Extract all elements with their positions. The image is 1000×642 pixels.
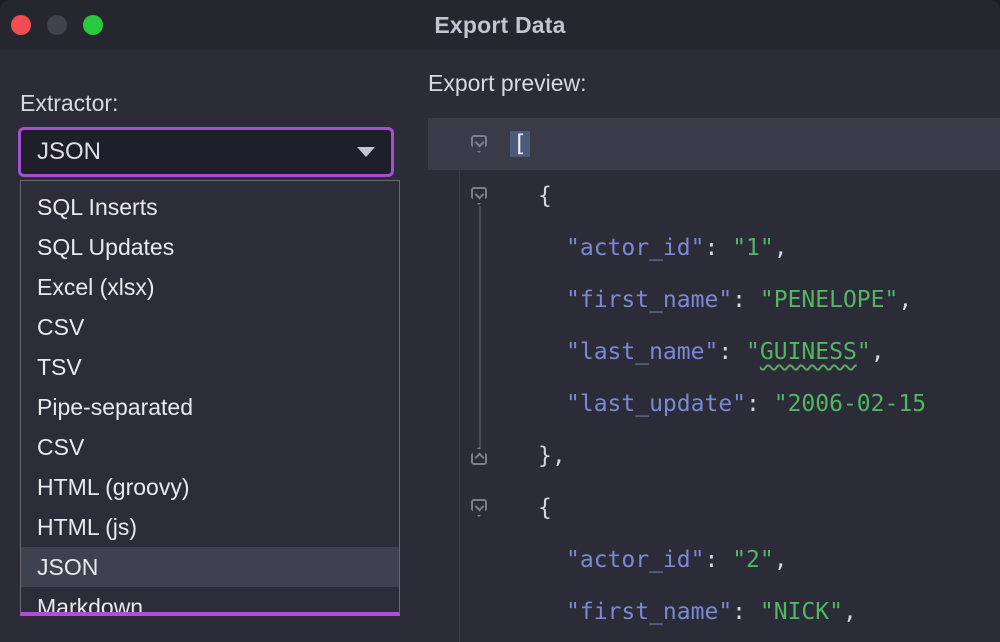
code-line[interactable]: "actor_id": "2", <box>428 534 1000 586</box>
extractor-combobox[interactable]: JSON <box>18 127 394 177</box>
code-line[interactable]: "last_name": "GUINESS", <box>428 326 1000 378</box>
code-text: [ <box>500 131 530 157</box>
code-text: { <box>500 183 552 209</box>
code-text: "last_name": "GUINESS", <box>500 339 885 365</box>
minimize-button[interactable] <box>47 15 67 35</box>
dropdown-option[interactable]: HTML (groovy) <box>21 467 399 507</box>
code-text: }, <box>500 443 566 469</box>
chevron-down-icon <box>357 147 375 157</box>
gutter-cell <box>428 499 500 517</box>
code-text: "actor_id": "2", <box>500 547 788 573</box>
code-line[interactable]: }, <box>428 430 1000 482</box>
fold-expanded-icon[interactable] <box>471 499 487 517</box>
dropdown-option[interactable]: JSON <box>21 547 399 587</box>
dropdown-option[interactable]: Excel (xlsx) <box>21 267 399 307</box>
editor-lines: [ { "actor_id": "1", "first_name": "PENELOP… <box>428 118 1000 638</box>
code-line[interactable]: { <box>428 170 1000 222</box>
dropdown-option[interactable]: CSV <box>21 307 399 347</box>
code-line[interactable]: [ <box>428 118 1000 170</box>
extractor-selected-value: JSON <box>37 138 101 166</box>
export-preview-editor[interactable]: [ { "actor_id": "1", "first_name": "PENELOP… <box>428 118 1000 642</box>
gutter-cell <box>428 187 500 205</box>
fold-expanded-icon[interactable] <box>471 187 487 205</box>
code-text: "actor_id": "1", <box>500 235 788 261</box>
dropdown-option[interactable]: TSV <box>21 347 399 387</box>
dropdown-option[interactable]: HTML (js) <box>21 507 399 547</box>
dropdown-option[interactable]: Markdown <box>21 587 399 616</box>
extractor-label: Extractor: <box>20 90 118 117</box>
gutter-cell <box>428 135 500 153</box>
close-button[interactable] <box>11 15 31 35</box>
zoom-button[interactable] <box>83 15 103 35</box>
code-line[interactable]: "last_update": "2006-02-15 <box>428 378 1000 430</box>
dropdown-option[interactable]: SQL Updates <box>21 227 399 267</box>
dropdown-option[interactable]: CSV <box>21 427 399 467</box>
titlebar: Export Data <box>0 0 1000 50</box>
code-text: "first_name": "PENELOPE", <box>500 287 912 313</box>
export-data-dialog: Export Data Extractor: JSON Export previ… <box>0 0 1000 642</box>
code-line[interactable]: "actor_id": "1", <box>428 222 1000 274</box>
code-line[interactable]: { <box>428 482 1000 534</box>
traffic-lights <box>0 15 103 35</box>
dropdown-option[interactable]: Pipe-separated <box>21 387 399 427</box>
code-line[interactable]: "first_name": "NICK", <box>428 586 1000 638</box>
code-text: "first_name": "NICK", <box>500 599 857 625</box>
gutter-cell <box>428 447 500 465</box>
fold-expanded-icon[interactable] <box>471 135 487 153</box>
extractor-dropdown: SQL InsertsSQL UpdatesExcel (xlsx)CSVTSV… <box>20 180 400 616</box>
code-text: { <box>500 495 552 521</box>
dropdown-option[interactable]: SQL Inserts <box>21 187 399 227</box>
export-preview-label: Export preview: <box>428 70 587 97</box>
fold-end-icon[interactable] <box>471 447 487 465</box>
code-line[interactable]: "first_name": "PENELOPE", <box>428 274 1000 326</box>
code-text: "last_update": "2006-02-15 <box>500 391 926 417</box>
window-title: Export Data <box>0 12 1000 39</box>
